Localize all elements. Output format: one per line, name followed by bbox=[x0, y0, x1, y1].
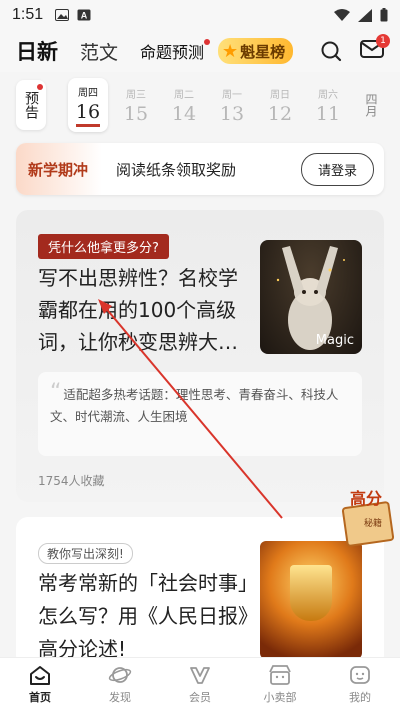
tab-mingti-yuce[interactable]: 命题预测 bbox=[140, 39, 211, 63]
day-date: 12 bbox=[267, 102, 293, 125]
article-title[interactable]: 写不出思辨性？名校学霸都在用的100个高级词，让你秒变思辨大… bbox=[38, 262, 256, 358]
star-board-button[interactable]: ★ 魁星榜 bbox=[218, 38, 294, 64]
forecast-label: 预告 bbox=[23, 91, 39, 119]
shop-icon bbox=[269, 665, 291, 685]
day-item[interactable]: 周四 16 bbox=[68, 78, 108, 132]
tab-shop[interactable]: 小卖部 bbox=[240, 658, 320, 711]
vip-icon bbox=[190, 667, 210, 684]
tab-rixin[interactable]: 日新 bbox=[16, 36, 58, 66]
app-notification-icon: A bbox=[77, 9, 91, 21]
status-time: 1:51 bbox=[12, 6, 44, 23]
day-weekday: 周六 bbox=[318, 89, 338, 101]
signal-icon bbox=[358, 8, 372, 22]
trophy-icon bbox=[290, 565, 332, 621]
day-weekday: 周三 bbox=[126, 89, 146, 101]
planet-icon bbox=[108, 667, 132, 683]
mail-button[interactable]: 1 bbox=[360, 34, 390, 62]
day-date: 13 bbox=[219, 102, 245, 125]
month-label[interactable]: 四月 bbox=[360, 93, 380, 117]
login-button[interactable]: 请登录 bbox=[300, 152, 374, 186]
star-icon: ★ bbox=[222, 40, 239, 62]
day-weekday: 周二 bbox=[174, 89, 194, 101]
tab-shop-label: 小卖部 bbox=[263, 691, 297, 704]
gallery-icon bbox=[55, 9, 70, 21]
day-item[interactable]: 周一 13 bbox=[212, 78, 252, 132]
tab-vip[interactable]: 会员 bbox=[160, 658, 240, 711]
battery-icon bbox=[380, 8, 388, 22]
float-badge-word: 高分 bbox=[350, 489, 383, 508]
day-date: 16 bbox=[75, 101, 101, 127]
article-card[interactable]: 凭什么他拿更多分? 写不出思辨性？名校学霸都在用的100个高级词，让你秒变思辨大… bbox=[16, 210, 384, 502]
tab-vip-label: 会员 bbox=[189, 691, 211, 704]
forecast-dot bbox=[37, 84, 43, 90]
wifi-icon bbox=[334, 8, 350, 21]
tab-profile[interactable]: 我的 bbox=[320, 658, 400, 711]
promo-tag: 新学期冲 bbox=[16, 143, 103, 195]
day-item[interactable]: 周六 11 bbox=[308, 78, 348, 132]
tab-home[interactable]: 首页 bbox=[0, 658, 80, 711]
thumbnail-caption: Magic bbox=[315, 333, 354, 348]
day-date: 11 bbox=[315, 102, 341, 125]
promo-text: 阅读纸条领取奖励 bbox=[116, 160, 237, 179]
trophy-thumbnail[interactable] bbox=[260, 541, 362, 659]
tab-mingti-yuce-label: 命题预测 bbox=[140, 43, 205, 62]
article-quote: “适配超多热考话题：理性思考、青春奋斗、科技人文、时代潮流、人生困境 bbox=[38, 372, 362, 456]
quote-mark-icon: “ bbox=[50, 380, 62, 405]
svg-text:A: A bbox=[81, 11, 88, 21]
day-item[interactable]: 周三 15 bbox=[116, 78, 156, 132]
top-nav: 日新 范文 命题预测 ★ 魁星榜 1 bbox=[0, 30, 400, 72]
day-weekday: 周四 bbox=[78, 87, 98, 99]
mail-badge: 1 bbox=[376, 34, 390, 48]
article-card[interactable]: 教你写出深刻! 常考常新的「社会时事」怎么写？用《人民日报》高分论述! bbox=[16, 517, 384, 667]
date-strip: 预告 周四 16 周三 15 周二 14 周一 13 周日 12 周六 11 四… bbox=[0, 74, 400, 136]
article-title[interactable]: 常考常新的「社会时事」怎么写？用《人民日报》高分论述! bbox=[38, 567, 260, 666]
article-tag: 教你写出深刻! bbox=[38, 543, 133, 564]
status-bar: 1:51 A bbox=[0, 0, 400, 30]
bottom-tab-bar: 首页 发现 会员 小卖部 我的 bbox=[0, 657, 400, 711]
day-weekday: 周日 bbox=[270, 89, 290, 101]
tab-fanwen[interactable]: 范文 bbox=[80, 38, 118, 65]
tab-home-label: 首页 bbox=[29, 691, 51, 704]
day-item[interactable]: 周日 12 bbox=[260, 78, 300, 132]
forecast-button[interactable]: 预告 bbox=[16, 80, 46, 130]
new-dot bbox=[204, 39, 211, 45]
promo-banner[interactable]: 新学期冲 阅读纸条领取奖励 请登录 bbox=[16, 143, 384, 195]
float-badge-sub: 秘籍 bbox=[364, 519, 383, 529]
profile-icon bbox=[350, 666, 370, 684]
day-weekday: 周一 bbox=[222, 89, 242, 101]
article-tag: 凭什么他拿更多分? bbox=[38, 234, 169, 259]
search-icon[interactable] bbox=[320, 40, 342, 62]
day-date: 15 bbox=[123, 102, 149, 125]
day-item[interactable]: 周二 14 bbox=[164, 78, 204, 132]
favorites-count: 1754人收藏 bbox=[38, 474, 105, 488]
home-icon bbox=[30, 666, 50, 685]
high-score-float-button[interactable]: 高分 秘籍 bbox=[340, 490, 396, 550]
tab-discover-label: 发现 bbox=[109, 691, 131, 704]
tab-discover[interactable]: 发现 bbox=[80, 658, 160, 711]
day-date: 14 bbox=[171, 102, 197, 125]
star-board-label: 魁星榜 bbox=[240, 42, 286, 61]
tab-profile-label: 我的 bbox=[349, 691, 371, 704]
article-quote-text: 适配超多热考话题：理性思考、青春奋斗、科技人文、时代潮流、人生困境 bbox=[50, 387, 339, 424]
article-thumbnail[interactable]: Magic bbox=[260, 240, 362, 354]
